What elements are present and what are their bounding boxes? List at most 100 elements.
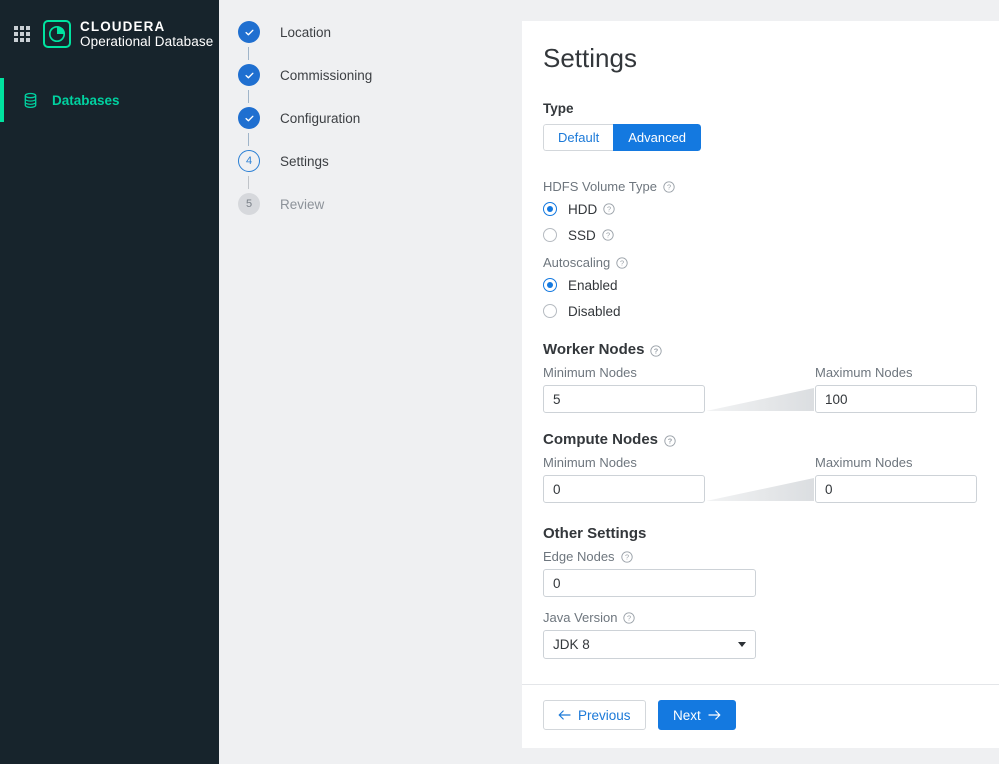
sidebar: CLOUDERA Operational Database Databases [0,0,219,764]
compute-min-label: Minimum Nodes [543,455,637,470]
previous-button-label: Previous [578,707,631,723]
step-commissioning[interactable]: Commissioning [219,63,521,87]
help-circle-icon[interactable]: ? [602,229,614,241]
autoscaling-label: Autoscaling ? [543,255,977,270]
radio-label: Disabled [568,303,621,319]
next-button-label: Next [672,707,701,723]
autoscaling-option-enabled[interactable]: Enabled [543,273,977,297]
step-label: Location [280,24,332,40]
step-label: Review [280,196,325,212]
worker-nodes-heading-text: Worker Nodes [543,341,645,358]
help-circle-icon[interactable]: ? [616,256,628,269]
worker-max-input[interactable] [815,385,977,413]
compute-nodes-range-wedge [706,474,814,502]
radio-indicator[interactable] [543,202,557,216]
hdfs-volume-type-text: HDFS Volume Type [543,179,657,194]
check-icon [244,29,253,35]
step-connector [248,130,249,149]
brand-product: Operational Database [80,34,214,49]
compute-max-field: Maximum Nodes [815,455,977,503]
step-review[interactable]: 5 Review [219,192,521,216]
compute-min-field: Minimum Nodes [543,455,705,503]
svg-text:?: ? [668,436,673,445]
step-bullet-done [238,21,260,43]
radio-label: SSD ? [568,228,614,243]
help-circle-icon[interactable]: ? [664,434,676,447]
step-connector [248,173,249,192]
svg-text:?: ? [654,346,659,355]
settings-form: Settings Type Default Advanced HDFS Volu… [522,21,999,684]
type-default-button[interactable]: Default [543,124,614,151]
previous-button[interactable]: Previous [543,700,646,730]
compute-min-input[interactable] [543,475,705,503]
compute-max-input[interactable] [815,475,977,503]
hdfs-option-ssd[interactable]: SSD ? [543,223,977,247]
compute-max-label: Maximum Nodes [815,455,913,470]
edge-nodes-label-text: Edge Nodes [543,549,615,564]
step-connector [248,44,249,63]
cloudera-pie-logo-icon [43,20,71,48]
sidebar-item-databases[interactable]: Databases [0,78,219,122]
step-settings[interactable]: 4 Settings [219,149,521,173]
brand-name: CLOUDERA [80,18,166,34]
radio-indicator[interactable] [543,304,557,318]
java-version-select[interactable]: JDK 8 [543,630,756,659]
next-button[interactable]: Next [657,700,736,730]
step-bullet-current: 4 [238,150,260,172]
check-icon [244,72,253,78]
step-label: Configuration [280,110,361,126]
svg-text:?: ? [607,205,611,214]
arrow-right-icon [708,708,721,723]
brand-wordmark: CLOUDERA Operational Database [80,19,213,49]
type-advanced-button[interactable]: Advanced [613,124,702,151]
worker-max-label: Maximum Nodes [815,365,913,380]
step-connector [248,87,249,106]
grid-apps-icon[interactable] [14,26,30,42]
step-bullet-pending: 5 [238,193,260,215]
radio-label: HDD ? [568,202,615,217]
java-version-select-wrap: JDK 8 [543,630,756,659]
autoscaling-option-disabled[interactable]: Disabled [543,299,977,323]
step-configuration[interactable]: Configuration [219,106,521,130]
step-label: Settings [280,153,329,169]
step-location[interactable]: Location [219,20,521,44]
type-toggle-group[interactable]: Default Advanced [543,124,702,151]
help-circle-icon[interactable]: ? [620,550,633,563]
settings-card: Settings Type Default Advanced HDFS Volu… [522,21,999,748]
app-root: CLOUDERA Operational Database Databases [0,0,999,764]
compute-nodes-heading: Compute Nodes ? [543,431,977,448]
help-circle-icon[interactable]: ? [650,344,663,357]
edge-nodes-label: Edge Nodes ? [543,549,977,564]
page-title: Settings [543,43,637,73]
help-circle-icon[interactable]: ? [603,203,615,215]
svg-text:?: ? [606,231,610,240]
step-bullet-done [238,64,260,86]
svg-text:?: ? [620,258,624,267]
hdd-label-text: HDD [568,201,598,217]
help-circle-icon[interactable]: ? [623,611,636,624]
worker-min-label: Minimum Nodes [543,365,637,380]
svg-text:?: ? [627,613,631,622]
autoscaling-text: Autoscaling [543,255,611,270]
step-label: Commissioning [280,67,373,83]
ssd-label-text: SSD [568,227,596,243]
compute-nodes-row: Minimum Nodes 0 Maximum Nodes 0 [543,455,977,503]
help-circle-icon[interactable]: ? [663,180,675,193]
svg-text:?: ? [667,182,671,191]
wizard-footer: Previous Next [522,684,999,748]
svg-text:?: ? [625,552,629,561]
database-icon [22,92,39,109]
radio-indicator[interactable] [543,228,557,242]
main-content-area: Settings Type Default Advanced HDFS Volu… [521,0,999,764]
other-settings-heading: Other Settings [543,525,647,542]
radio-indicator[interactable] [543,278,557,292]
edge-nodes-input[interactable] [543,569,756,597]
worker-nodes-row: Minimum Nodes 5 Maximum Nodes 100 [543,365,977,413]
check-icon [244,115,253,121]
hdfs-volume-type-label: HDFS Volume Type ? [543,179,977,194]
worker-min-input[interactable] [543,385,705,413]
hdfs-option-hdd[interactable]: HDD ? [543,197,977,221]
arrow-left-icon [558,708,571,723]
radio-label: Enabled [568,277,618,293]
sidebar-item-label: Databases [52,92,120,108]
